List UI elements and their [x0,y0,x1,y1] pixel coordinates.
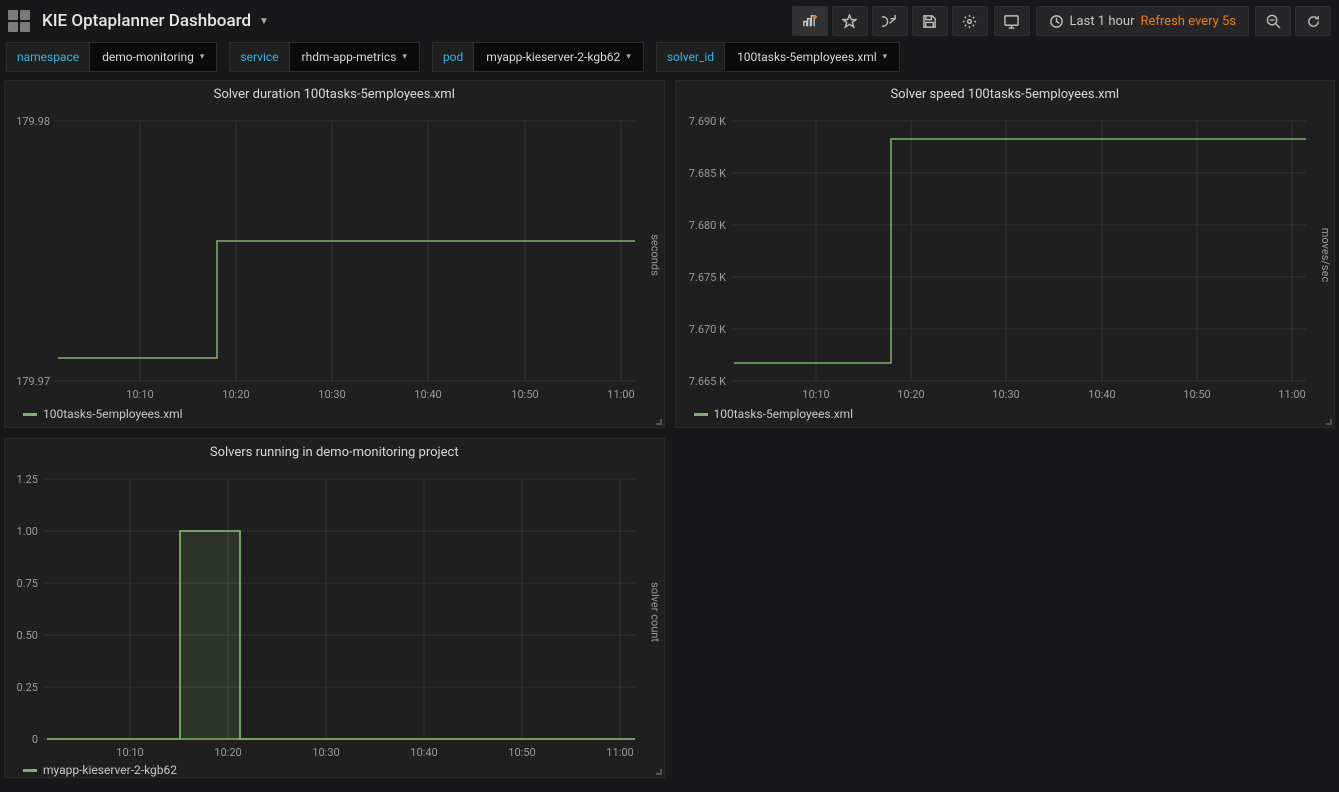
svg-text:10:40: 10:40 [1088,388,1115,401]
panel-title: Solver speed 100tasks-5employees.xml [676,81,1335,106]
legend[interactable]: myapp-kieserver-2-kgb62 [5,759,664,783]
y-axis-label: moves/sec [1319,227,1332,281]
svg-text:0: 0 [32,733,38,746]
var-namespace-label: namespace [6,42,89,72]
template-variable-bar: namespace demo-monitoring▾ service rhdm-… [0,42,1339,80]
svg-text:7.685 K: 7.685 K [688,167,725,180]
svg-text:0.50: 0.50 [17,629,38,642]
svg-text:179.98: 179.98 [16,115,50,128]
legend-swatch [23,769,37,772]
var-solverid-value[interactable]: 100tasks-5employees.xml▾ [724,42,900,72]
legend[interactable]: 100tasks-5employees.xml [676,403,1335,427]
svg-text:10:30: 10:30 [992,388,1019,401]
svg-text:7.670 K: 7.670 K [688,323,725,336]
panel-solver-speed[interactable]: Solver speed 100tasks-5employees.xml [675,80,1336,428]
svg-text:10:20: 10:20 [214,746,241,759]
svg-text:10:40: 10:40 [410,746,437,759]
svg-text:1.25: 1.25 [17,473,38,486]
svg-text:10:40: 10:40 [414,388,441,401]
refresh-button[interactable] [1295,6,1331,36]
chart-solver-duration: 179.98 179.97 10:10 10:20 10:30 10:40 10… [5,106,660,401]
star-button[interactable] [832,6,868,36]
svg-text:10:10: 10:10 [126,388,153,401]
svg-text:1.00: 1.00 [17,525,38,538]
caret-down-icon: ▾ [200,52,205,62]
var-service-label: service [229,42,288,72]
svg-text:10:20: 10:20 [222,388,249,401]
legend-label: myapp-kieserver-2-kgb62 [43,763,177,777]
panel-solvers-running[interactable]: Solvers running in demo-monitoring proje… [4,438,665,778]
panel-title: Solver duration 100tasks-5employees.xml [5,81,664,106]
svg-text:10:30: 10:30 [318,388,345,401]
add-panel-button[interactable] [792,6,828,36]
caret-down-icon: ▼ [259,16,269,27]
chart-solver-speed: 7.690 K 7.685 K 7.680 K 7.675 K 7.670 K … [676,106,1331,401]
var-solverid-label: solver_id [656,42,724,72]
svg-text:7.680 K: 7.680 K [688,219,725,232]
svg-text:10:30: 10:30 [312,746,339,759]
svg-text:11:00: 11:00 [607,388,634,401]
svg-text:179.97: 179.97 [16,375,50,388]
dashboards-icon[interactable] [8,10,30,32]
settings-button[interactable] [952,6,988,36]
share-button[interactable] [872,6,908,36]
svg-text:10:50: 10:50 [508,746,535,759]
header-bar: KIE Optaplanner Dashboard ▼ Last 1 hour … [0,0,1339,42]
y-axis-label: solver count [649,582,662,642]
var-service-value[interactable]: rhdm-app-metrics▾ [289,42,420,72]
caret-down-icon: ▾ [402,52,407,62]
svg-text:10:10: 10:10 [802,388,829,401]
dashboard-title: KIE Optaplanner Dashboard [42,11,251,31]
svg-text:7.665 K: 7.665 K [688,375,725,388]
var-namespace-value[interactable]: demo-monitoring▾ [89,42,217,72]
var-pod-label: pod [432,42,473,72]
svg-text:10:50: 10:50 [1183,388,1210,401]
panel-solver-duration[interactable]: Solver duration 100tasks-5employees.xml … [4,80,665,428]
save-button[interactable] [912,6,948,36]
dashboard-title-picker[interactable]: KIE Optaplanner Dashboard ▼ [42,11,269,31]
resize-handle[interactable] [656,769,662,775]
svg-text:0.75: 0.75 [17,577,38,590]
caret-down-icon: ▾ [883,52,888,62]
legend[interactable]: 100tasks-5employees.xml [5,403,664,427]
resize-handle[interactable] [1326,419,1332,425]
svg-text:11:00: 11:00 [1278,388,1305,401]
legend-label: 100tasks-5employees.xml [43,407,183,421]
zoom-out-button[interactable] [1255,6,1291,36]
svg-text:10:20: 10:20 [897,388,924,401]
legend-swatch [23,413,37,416]
caret-down-icon: ▾ [626,52,631,62]
svg-text:0.25: 0.25 [17,681,38,694]
svg-text:10:10: 10:10 [116,746,143,759]
panel-title: Solvers running in demo-monitoring proje… [5,439,664,464]
y-axis-label: seconds [649,234,662,276]
svg-text:7.675 K: 7.675 K [688,271,725,284]
svg-text:7.690 K: 7.690 K [688,115,725,128]
svg-text:10:50: 10:50 [511,388,538,401]
resize-handle[interactable] [656,419,662,425]
legend-swatch [694,413,708,416]
tv-mode-button[interactable] [994,6,1030,36]
var-pod-value[interactable]: myapp-kieserver-2-kgb62▾ [473,42,644,72]
refresh-interval-label: Refresh every 5s [1140,14,1236,29]
chart-solvers-running: 1.25 1.00 0.75 0.50 0.25 0 10:10 10:20 1… [5,464,660,759]
time-picker-button[interactable]: Last 1 hour Refresh every 5s [1036,6,1249,36]
time-range-label: Last 1 hour [1070,14,1135,29]
svg-text:11:00: 11:00 [606,746,633,759]
legend-label: 100tasks-5employees.xml [714,407,854,421]
